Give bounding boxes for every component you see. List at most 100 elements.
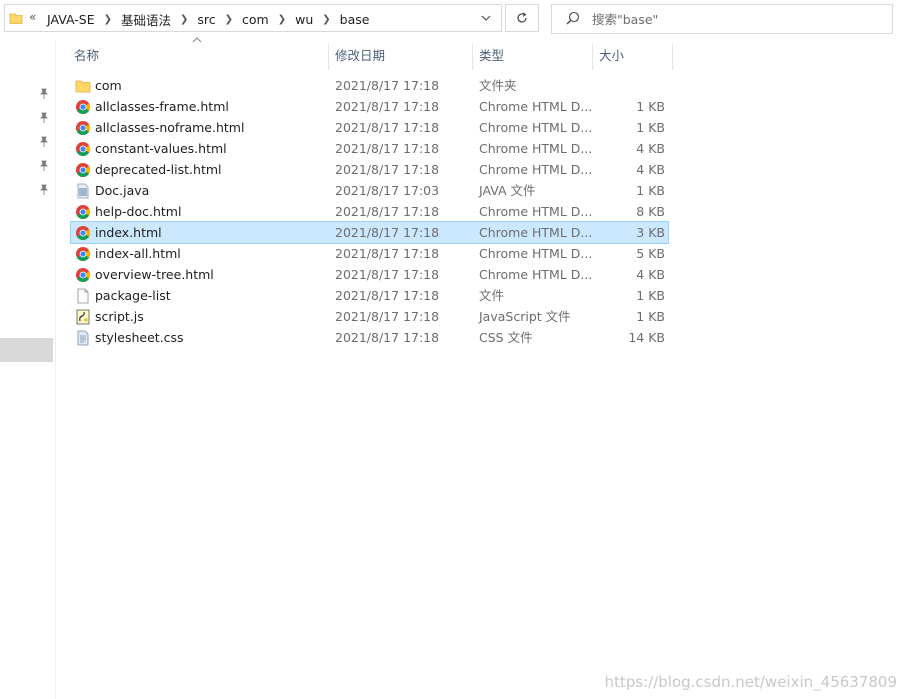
file-name: allclasses-noframe.html [95, 120, 245, 135]
file-type: Chrome HTML D... [479, 225, 593, 240]
nav-selected-item[interactable] [0, 338, 53, 362]
file-name: index-all.html [95, 246, 181, 261]
breadcrumb-separator-icon[interactable]: ❯ [180, 14, 188, 25]
breadcrumb-item[interactable]: com [242, 12, 269, 27]
file-size: 1 KB [636, 288, 665, 303]
file-type: Chrome HTML D... [479, 246, 593, 261]
column-header-size[interactable]: 大小 [599, 44, 669, 68]
file-modified-date: 2021/8/17 17:18 [335, 141, 440, 156]
file-name: Doc.java [95, 183, 150, 198]
file-name: com [95, 78, 122, 93]
overflow-chevron-icon[interactable]: « [29, 10, 36, 24]
file-size: 1 KB [636, 99, 665, 114]
breadcrumb-separator-icon[interactable]: ❯ [104, 14, 112, 25]
file-type: Chrome HTML D... [479, 120, 593, 135]
address-bar[interactable]: « JAVA-SE ❯ 基础语法 ❯ src ❯ com ❯ wu ❯ base [4, 4, 502, 32]
chevron-down-icon [481, 15, 491, 21]
file-size: 1 KB [636, 120, 665, 135]
file-modified-date: 2021/8/17 17:18 [335, 99, 440, 114]
address-dropdown-button[interactable] [471, 5, 501, 31]
file-size: 3 KB [636, 225, 665, 240]
file-row[interactable]: overview-tree.html 2021/8/17 17:18 Chrome … [71, 264, 668, 285]
breadcrumb: JAVA-SE ❯ 基础语法 ❯ src ❯ com ❯ wu ❯ base [47, 10, 369, 29]
pin-icon [40, 184, 48, 195]
file-type: Chrome HTML D... [479, 267, 593, 282]
file-size: 1 KB [636, 183, 665, 198]
column-divider[interactable] [672, 44, 673, 70]
file-row[interactable]: script.js 2021/8/17 17:18 JavaScript 文件 1 K… [71, 306, 668, 327]
chrome-icon [76, 205, 90, 219]
pin-icon [40, 88, 48, 99]
file-name: constant-values.html [95, 141, 227, 156]
breadcrumb-separator-icon[interactable]: ❯ [225, 14, 233, 25]
chrome-icon [76, 100, 90, 114]
file-size: 8 KB [636, 204, 665, 219]
file-type: JavaScript 文件 [479, 309, 571, 324]
chrome-icon [76, 247, 90, 261]
file-type: 文件夹 [479, 78, 517, 93]
file-row[interactable]: allclasses-noframe.html 2021/8/17 17:18 Ch… [71, 117, 668, 138]
file-name: deprecated-list.html [95, 162, 222, 177]
watermark: https://blog.csdn.net/weixin_45637809 [604, 673, 897, 691]
script-file-icon [76, 309, 90, 325]
file-row[interactable]: help-doc.html 2021/8/17 17:18 Chrome HTML … [71, 201, 668, 222]
file-row[interactable]: deprecated-list.html 2021/8/17 17:18 Chrom… [71, 159, 668, 180]
file-name: script.js [95, 309, 144, 324]
column-divider[interactable] [592, 44, 593, 70]
file-row[interactable]: com 2021/8/17 17:18 文件夹 [71, 75, 668, 96]
java-file-icon [77, 183, 89, 199]
file-name: stylesheet.css [95, 330, 184, 345]
file-modified-date: 2021/8/17 17:18 [335, 120, 440, 135]
sort-ascending-icon [192, 37, 202, 43]
breadcrumb-item[interactable]: wu [295, 12, 313, 27]
search-box[interactable] [551, 4, 893, 34]
file-row[interactable]: constant-values.html 2021/8/17 17:18 Chrom… [71, 138, 668, 159]
breadcrumb-item[interactable]: base [340, 12, 370, 27]
breadcrumb-separator-icon[interactable]: ❯ [278, 14, 286, 25]
chrome-icon [76, 163, 90, 177]
breadcrumb-separator-icon[interactable]: ❯ [322, 14, 330, 25]
refresh-button[interactable] [505, 4, 539, 32]
file-size: 4 KB [636, 141, 665, 156]
file-modified-date: 2021/8/17 17:18 [335, 162, 440, 177]
file-modified-date: 2021/8/17 17:18 [335, 330, 440, 345]
pin-icon [40, 136, 48, 147]
file-type: 文件 [479, 288, 505, 303]
refresh-icon [517, 12, 527, 23]
column-header-type[interactable]: 类型 [479, 44, 589, 68]
breadcrumb-item[interactable]: src [197, 12, 215, 27]
file-row[interactable]: Doc.java 2021/8/17 17:03 JAVA 文件 1 KB [71, 180, 668, 201]
breadcrumb-item[interactable]: 基础语法 [121, 10, 171, 29]
file-row[interactable]: stylesheet.css 2021/8/17 17:18 CSS 文件 14 KB [71, 327, 668, 348]
column-header-date[interactable]: 修改日期 [335, 44, 469, 68]
css-file-icon [77, 330, 89, 346]
search-input[interactable] [592, 10, 872, 28]
file-type: CSS 文件 [479, 330, 533, 345]
file-modified-date: 2021/8/17 17:18 [335, 267, 440, 282]
chrome-icon [76, 268, 90, 282]
file-modified-date: 2021/8/17 17:18 [335, 204, 440, 219]
file-modified-date: 2021/8/17 17:18 [335, 309, 440, 324]
search-icon [566, 11, 580, 25]
blank-file-icon [77, 288, 89, 304]
column-divider[interactable] [328, 44, 329, 70]
folder-icon [9, 13, 23, 24]
file-row[interactable]: index-all.html 2021/8/17 17:18 Chrome HTML… [71, 243, 668, 264]
file-size: 14 KB [628, 330, 665, 345]
file-name: overview-tree.html [95, 267, 214, 282]
file-modified-date: 2021/8/17 17:03 [335, 183, 440, 198]
column-divider[interactable] [472, 44, 473, 70]
navigation-pane[interactable] [0, 40, 56, 699]
column-header-name[interactable]: 名称 [74, 44, 324, 68]
breadcrumb-item[interactable]: JAVA-SE [47, 12, 95, 27]
file-row[interactable]: allclasses-frame.html 2021/8/17 17:18 Chro… [71, 96, 668, 117]
chrome-icon [76, 142, 90, 156]
pin-icon [40, 160, 48, 171]
file-row[interactable]: package-list 2021/8/17 17:18 文件 1 KB [71, 285, 668, 306]
file-name: help-doc.html [95, 204, 182, 219]
file-size [591, 75, 665, 96]
file-row-selected[interactable]: index.html 2021/8/17 17:18 Chrome HTML D..… [70, 221, 669, 244]
file-size: 4 KB [636, 162, 665, 177]
file-modified-date: 2021/8/17 17:18 [335, 225, 440, 240]
file-type: JAVA 文件 [479, 183, 536, 198]
